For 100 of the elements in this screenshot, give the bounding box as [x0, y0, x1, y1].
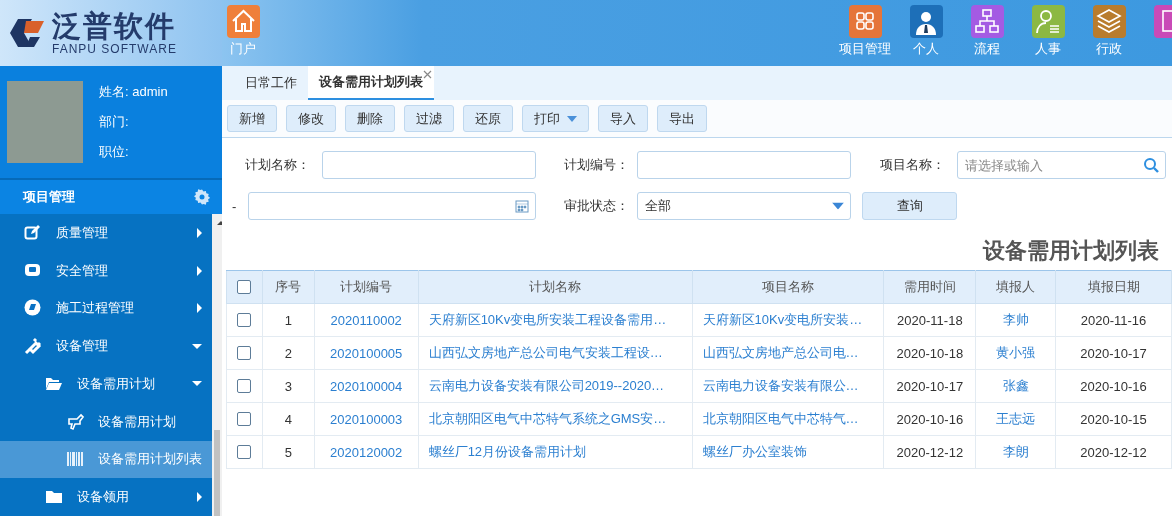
module-button[interactable]: 流程 — [959, 5, 1015, 58]
toolbar-button[interactable]: 删除 — [345, 105, 395, 132]
caret-right-icon — [197, 492, 202, 503]
table-cell: 4 — [262, 402, 315, 436]
table-link-cell[interactable]: 张鑫 — [975, 369, 1056, 403]
table-cell: 2020-10-16 — [1055, 369, 1172, 403]
field-label: 项目名称： — [880, 156, 946, 174]
module-button[interactable]: 行政 — [1081, 5, 1137, 58]
table-cell: 2020-10-18 — [883, 336, 976, 370]
sidebar-item[interactable]: 施工过程管理 — [0, 289, 212, 328]
table-link-cell[interactable]: 黄小强 — [975, 336, 1056, 370]
table-cell: 2020-10-16 — [883, 402, 976, 436]
table-cell: 2020-12-12 — [883, 435, 976, 469]
checkbox[interactable] — [237, 280, 252, 294]
checkbox[interactable] — [237, 346, 252, 360]
select-field[interactable]: 全部 — [637, 192, 851, 220]
input-field[interactable] — [637, 151, 851, 179]
column-header: 计划编号 — [314, 270, 419, 304]
date-field[interactable] — [248, 192, 536, 220]
calendar-icon — [515, 199, 529, 213]
table-link-cell[interactable]: 王志远 — [975, 402, 1056, 436]
table-link-cell[interactable]: 山西弘文房地产总公司电气安装工程设… — [418, 336, 692, 370]
table-link-cell[interactable]: 2020100004 — [314, 369, 419, 403]
sidebar-header: 项目管理 — [23, 188, 75, 206]
table-cell: 2020-10-17 — [1055, 336, 1172, 370]
toolbar-button[interactable]: 导出 — [657, 105, 707, 132]
sidebar-item[interactable]: 设备需用计划 — [0, 365, 212, 403]
module-button[interactable]: 人事 — [1020, 5, 1076, 58]
table-cell: 2020-12-12 — [1055, 435, 1172, 469]
table-link-cell[interactable]: 李帅 — [975, 303, 1056, 337]
table-link-cell[interactable]: 山西弘文房地产总公司电… — [692, 336, 884, 370]
table-link-cell[interactable]: 2020120002 — [314, 435, 419, 469]
table-cell: 2020-11-18 — [883, 303, 976, 337]
user-info-text: 职位: — [99, 143, 130, 161]
table-link-cell[interactable]: 云南电力设备安装有限公司2019--2020… — [418, 369, 692, 403]
tab[interactable]: 设备需用计划列表 — [308, 66, 434, 100]
table-link-cell[interactable]: 李朗 — [975, 435, 1056, 469]
compass-icon — [24, 299, 42, 318]
table-link-cell[interactable]: 北京朝阳区电气中芯特气… — [692, 402, 884, 436]
sidebar-item[interactable]: 设备领用 — [0, 478, 212, 516]
module-button[interactable]: 项目管理 — [837, 5, 893, 58]
toolbar-button[interactable]: 导入 — [598, 105, 648, 132]
table-link-cell[interactable]: 云南电力设备安装有限公… — [692, 369, 884, 403]
sidebar-item[interactable]: 设备需用计划 — [0, 402, 212, 441]
column-header: 填报日期 — [1055, 270, 1172, 304]
column-header: 需用时间 — [883, 270, 976, 304]
caret-down-icon — [832, 202, 844, 210]
house-icon — [226, 5, 260, 38]
input-field[interactable] — [322, 151, 536, 179]
sidebar-item[interactable]: 设备管理 — [0, 327, 212, 365]
field-label: - — [231, 198, 238, 214]
table-link-cell[interactable]: 2020100005 — [314, 336, 419, 370]
flowchart-icon — [970, 5, 1004, 38]
caret-down-icon — [192, 343, 202, 349]
toolbar-button[interactable]: 还原 — [463, 105, 513, 132]
edit-icon — [24, 223, 42, 242]
table-link-cell[interactable]: 螺丝厂12月份设备需用计划 — [418, 435, 692, 469]
dropdown-button[interactable]: 打印 — [522, 105, 589, 132]
toolbar-button[interactable]: 过滤 — [404, 105, 454, 132]
caret-right-icon — [197, 227, 202, 238]
column-header: 填报人 — [975, 270, 1056, 304]
table-cell: 5 — [262, 435, 315, 469]
settings-icon[interactable] — [194, 189, 210, 205]
checkbox[interactable] — [237, 379, 252, 393]
column-header: 序号 — [262, 270, 315, 304]
user-info-text: 姓名: admin — [99, 83, 168, 101]
column-header: 项目名称 — [692, 270, 884, 304]
query-button[interactable]: 查询 — [862, 192, 957, 220]
tab[interactable]: 日常工作 — [234, 66, 308, 100]
caret-right-icon — [197, 303, 202, 314]
table-cell: 2020-11-16 — [1055, 303, 1172, 337]
table-link-cell[interactable]: 2020100003 — [314, 402, 419, 436]
sidebar-item[interactable]: 质量管理 — [0, 214, 212, 252]
table-link-cell[interactable]: 天府新区10Kv变电所安装… — [692, 303, 884, 337]
toolbar-button[interactable]: 修改 — [286, 105, 336, 132]
user-list-icon — [1031, 5, 1065, 38]
module-button[interactable]: 个人 — [898, 5, 954, 58]
caret-down-icon — [567, 115, 577, 122]
checkbox[interactable] — [237, 412, 252, 426]
table-link-cell[interactable]: 螺丝厂办公室装饰 — [692, 435, 884, 469]
checkbox[interactable] — [237, 445, 252, 459]
table-link-cell[interactable]: 2020110002 — [314, 303, 419, 337]
logo-text: 泛普软件 — [52, 10, 177, 42]
sidebar-item[interactable]: 安全管理 — [0, 251, 212, 290]
table-cell: 2020-10-17 — [883, 369, 976, 403]
table-cell: 2 — [262, 336, 315, 370]
user-info-text: 部门: — [99, 113, 130, 131]
checkbox[interactable] — [237, 313, 252, 327]
sidebar-item[interactable]: 设备需用计划列表 — [0, 440, 212, 479]
table-link-cell[interactable]: 天府新区10Kv变电所安装工程设备需用… — [418, 303, 692, 337]
table-cell: 2020-10-15 — [1055, 402, 1172, 436]
table-link-cell[interactable]: 北京朝阳区电气中芯特气系统之GMS安… — [418, 402, 692, 436]
field-label: 计划名称： — [245, 156, 311, 174]
search-field[interactable]: 请选择或输入 — [957, 151, 1166, 179]
table-cell: 1 — [262, 303, 315, 337]
close-icon[interactable] — [423, 70, 432, 79]
layers-icon — [1092, 5, 1126, 38]
toolbar-button[interactable]: 新增 — [227, 105, 277, 132]
column-header: 计划名称 — [418, 270, 692, 304]
field-label: 审批状态： — [564, 197, 629, 215]
